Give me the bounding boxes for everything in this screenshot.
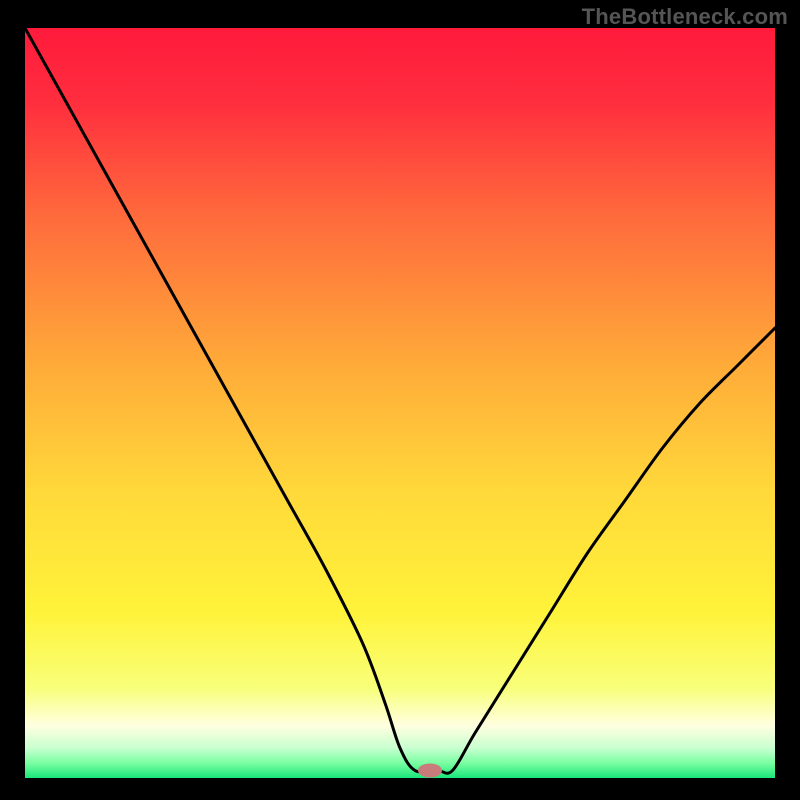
gradient-background xyxy=(25,28,775,778)
watermark-text: TheBottleneck.com xyxy=(582,4,788,30)
minimum-marker xyxy=(418,764,442,778)
plot-frame xyxy=(25,28,775,778)
plot-svg xyxy=(25,28,775,778)
chart-stage: TheBottleneck.com xyxy=(0,0,800,800)
